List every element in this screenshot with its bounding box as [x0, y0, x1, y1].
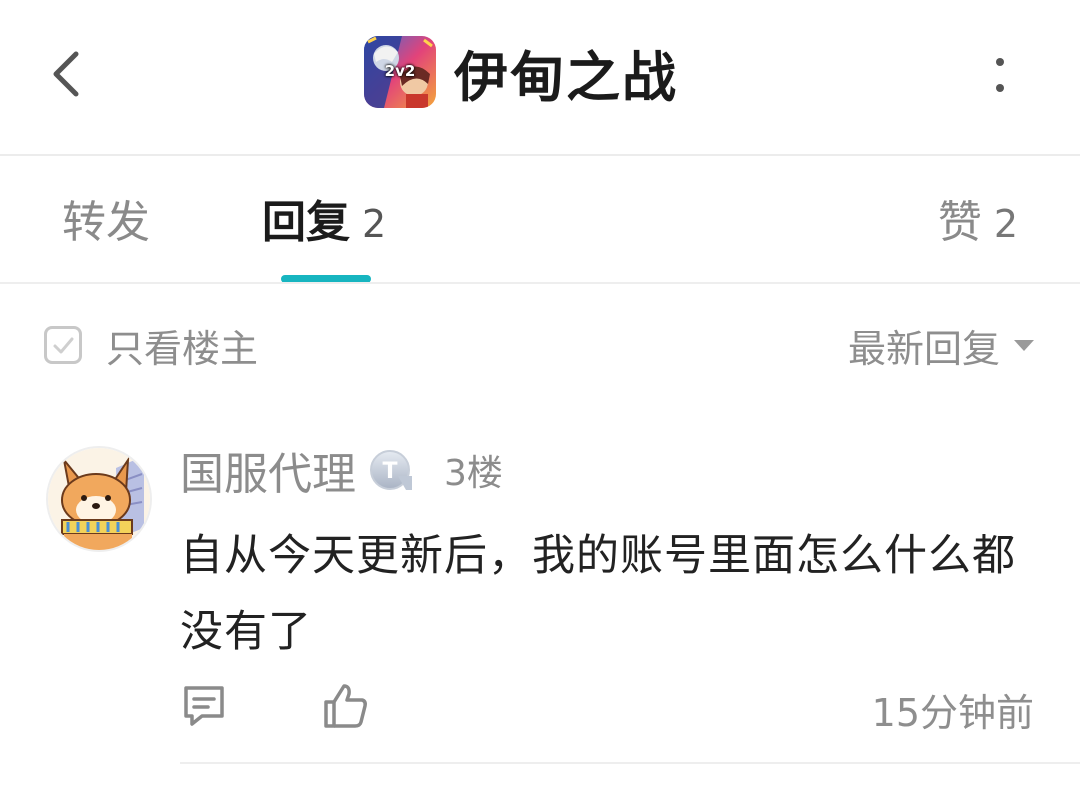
sort-label: 最新回复 [847, 326, 1000, 371]
reply-button[interactable] [180, 682, 228, 730]
app-icon: 2v2 [364, 36, 436, 108]
caret-down-icon [1014, 339, 1034, 351]
only-op-checkbox[interactable] [44, 326, 82, 364]
check-icon [53, 337, 74, 354]
only-op-toggle[interactable]: 只看楼主 [44, 320, 259, 371]
badge-letter: T [382, 459, 397, 484]
tab-like-count: 2 [993, 202, 1018, 246]
tab-like[interactable]: 赞 2 [938, 186, 1018, 256]
app-title-group[interactable]: 2v2 伊甸之战 [364, 36, 678, 109]
like-button[interactable] [320, 680, 370, 730]
only-op-label: 只看楼主 [106, 326, 259, 371]
level-badge: T [368, 446, 416, 494]
avatar[interactable] [46, 446, 152, 552]
floor-number: 3楼 [444, 453, 503, 494]
comment-header: 国服代理 T 3楼 [180, 440, 503, 500]
more-button[interactable] [984, 52, 1016, 96]
comment-divider [180, 762, 1080, 764]
comment-content: 自从今天更新后，我的账号里面怎么什么都没有了 [180, 531, 1016, 657]
comment-icon [184, 686, 224, 726]
comment-time: 15分钟前 [871, 691, 1034, 735]
top-bar: 2v2 伊甸之战 [0, 0, 1080, 155]
shiba-avatar-image [48, 448, 150, 550]
app-title: 伊甸之战 [454, 45, 678, 109]
sort-dropdown[interactable]: 最新回复 [847, 320, 1034, 371]
tabs-divider [0, 282, 1080, 284]
level-badge-icon: T [370, 450, 412, 490]
tab-reply-count: 2 [362, 202, 387, 246]
thumbs-up-icon [324, 684, 367, 728]
tab-forward-label: 转发 [62, 197, 150, 248]
tab-forward[interactable]: 转发 [62, 186, 150, 256]
tab-like-label: 赞 [937, 197, 982, 248]
tab-reply[interactable]: 回复 2 [262, 186, 386, 256]
more-vertical-icon [996, 58, 1004, 92]
tab-reply-label: 回复 [262, 197, 350, 248]
back-button[interactable] [40, 44, 94, 104]
app-icon-text: 2v2 [384, 62, 416, 80]
chevron-left-icon [53, 51, 79, 97]
username[interactable]: 国服代理 [180, 438, 356, 502]
header-divider [0, 154, 1080, 156]
